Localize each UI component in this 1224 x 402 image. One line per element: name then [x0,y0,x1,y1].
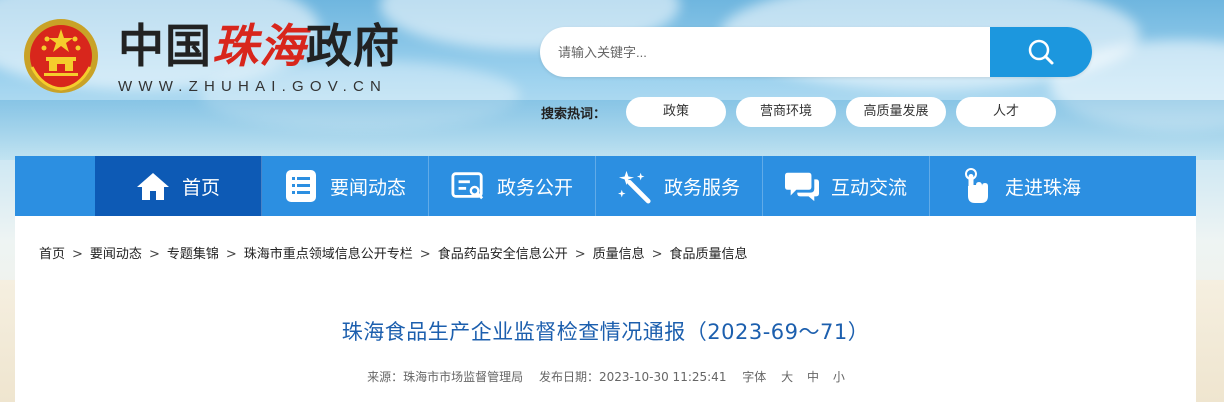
breadcrumb-item[interactable]: 食品质量信息 [670,247,748,262]
service-wand-icon [617,169,652,204]
nav-item-service[interactable]: 政务服务 [596,156,763,216]
article-title: 珠海食品生产企业监督检查情况通报（2023-69～71） [341,320,870,344]
site-url: WWW.ZHUHAI.GOV.CN [118,78,388,95]
search-box [540,27,1092,77]
hot-search: 搜索热词： 政策 营商环境 高质量发展 人才 [541,97,1066,127]
breadcrumb-item[interactable]: 要闻动态 [90,247,142,262]
nav-label: 要闻动态 [329,176,406,199]
nav-label: 首页 [181,176,220,199]
breadcrumb-separator: > [651,247,663,262]
home-icon [136,169,170,203]
font-size-label: 字体 [742,370,767,384]
nav-label: 走进珠海 [1004,176,1081,199]
news-list-icon [284,169,318,203]
search-button[interactable] [990,27,1092,77]
site-logo-title[interactable]: 中国珠海政府 [118,18,400,74]
disclosure-icon [451,169,485,203]
nav-item-news[interactable]: 要闻动态 [262,156,429,216]
hot-tag-business[interactable]: 营商环境 [736,97,837,127]
search-input[interactable] [558,40,978,64]
national-emblem-logo [22,17,100,95]
hot-tag-policy[interactable]: 政策 [626,97,727,127]
logo-city: 珠海 [212,19,306,73]
hot-search-label: 搜索热词： [541,106,607,122]
breadcrumb-separator: > [419,247,431,262]
main-nav: 首页 要闻动态 政务公开 政务服务 互动交流 走进珠海 [15,156,1196,216]
hot-tag-development[interactable]: 高质量发展 [846,97,947,127]
breadcrumb-item[interactable]: 质量信息 [593,247,645,262]
font-size-medium-button[interactable]: 中 [807,370,819,384]
nav-item-disclosure[interactable]: 政务公开 [429,156,596,216]
logo-prefix: 中国 [118,19,212,73]
article-date: 发布日期：2023-10-30 11:25:41 [539,370,727,384]
logo-suffix: 政府 [306,19,400,73]
hand-pointer-icon [959,168,993,203]
breadcrumb-item[interactable]: 首页 [39,247,65,262]
nav-item-home[interactable]: 首页 [95,156,262,216]
breadcrumb-separator: > [574,247,586,262]
nav-label: 互动交流 [830,176,907,199]
nav-label: 政务公开 [496,176,573,199]
breadcrumb-separator: > [72,247,83,262]
font-size-small-button[interactable]: 小 [833,370,845,384]
breadcrumb-separator: > [225,247,237,262]
content-card: 首页 > 要闻动态 > 专题集锦 > 珠海市重点领域信息公开专栏 > 食品药品安全信息公开 > 质量… [15,216,1196,402]
article-meta: 来源：珠海市市场监督管理局 发布日期：2023-10-30 11:25:41 字… [15,368,1196,385]
nav-item-about[interactable]: 走进珠海 [930,156,1110,216]
breadcrumb-separator: > [148,247,160,262]
font-size-large-button[interactable]: 大 [781,370,793,384]
chat-icon [784,169,819,203]
breadcrumb-item[interactable]: 食品药品安全信息公开 [438,247,568,262]
search-icon [1028,39,1054,65]
breadcrumb-item[interactable]: 珠海市重点领域信息公开专栏 [244,247,413,262]
nav-item-interaction[interactable]: 互动交流 [763,156,930,216]
breadcrumb: 首页 > 要闻动态 > 专题集锦 > 珠海市重点领域信息公开专栏 > 食品药品安全信息公开 > 质量… [39,243,748,262]
hot-tag-talent[interactable]: 人才 [956,97,1057,127]
nav-label: 政务服务 [663,176,740,199]
breadcrumb-item[interactable]: 专题集锦 [167,247,219,262]
article-source: 来源：珠海市市场监督管理局 [367,370,524,384]
